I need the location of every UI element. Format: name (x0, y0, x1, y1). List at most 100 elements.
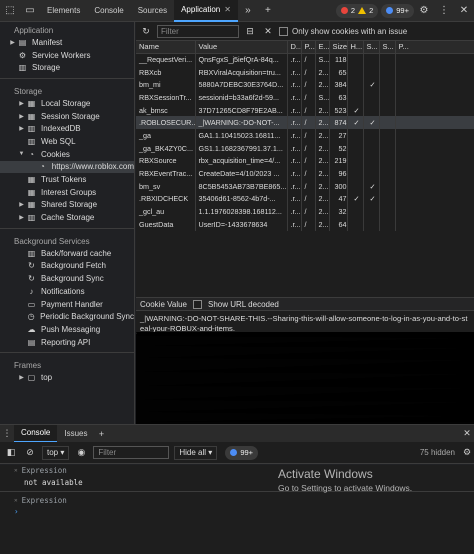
sidebar-item-storage[interactable]: ▥ Storage (0, 61, 134, 74)
add-tab-icon[interactable]: + (258, 0, 278, 22)
column-header[interactable]: Value (195, 41, 288, 54)
table-row[interactable]: _ga_BK4ZY0C... GS1.1.1682367991.37.1... .r… (136, 141, 474, 155)
column-header[interactable]: Name (136, 41, 196, 54)
table-row[interactable]: RBXSessionTr... sessionid=b33a6f2d-59....… (136, 91, 474, 104)
context-selector[interactable]: top ▾ (42, 445, 70, 460)
cookie-value-header: Cookie Value Show URL decoded (136, 298, 474, 311)
expand-arrow-icon[interactable]: ▶ (8, 39, 17, 46)
clear-filter-icon[interactable]: ⊟ (243, 26, 257, 37)
sidebar-item-session-storage[interactable]: ▶ ▦ Session Storage (0, 110, 134, 123)
table-cell: CreateDate=4/10/2023 ... (195, 167, 288, 180)
issues-badge[interactable]: 99+ (381, 3, 414, 18)
console-settings-gear-icon[interactable]: ⚙ (460, 447, 474, 458)
frames-section-title: Frames (14, 361, 42, 371)
tab-elements[interactable]: Elements (40, 0, 87, 22)
expand-arrow-icon[interactable]: ▶ (17, 100, 26, 107)
error-warning-badge[interactable]: 2 2 (335, 3, 379, 18)
column-header[interactable]: H... (347, 41, 364, 54)
tab-sources[interactable]: Sources (131, 0, 174, 22)
sidebar-item-web-sql[interactable]: ▥ Web SQL (0, 135, 134, 148)
sidebar-item-shared-storage[interactable]: ▶ ▦ Shared Storage (0, 199, 134, 212)
sidebar-item-payment-handler[interactable]: ▭ Payment Handler (0, 298, 134, 311)
only-issue-checkbox[interactable] (279, 26, 288, 36)
sidebar-item-notifications[interactable]: ♪ Notifications (0, 285, 134, 298)
table-row[interactable]: .RBXIDCHECK 35406d61-8562-4b7d-... .r.../2… (136, 192, 474, 206)
customize-menu-icon[interactable]: ⋮ (434, 0, 454, 22)
column-header[interactable]: S... (363, 41, 380, 54)
table-row[interactable]: __RequestVeri... QnsFgxS_j5iefQrA-84q....… (136, 53, 474, 66)
sidebar-item-indexeddb[interactable]: ▶ ▥ IndexedDB (0, 122, 134, 135)
sidebar-item-cache-storage[interactable]: ▶ ▥ Cache Storage (0, 211, 134, 224)
sidebar-item-periodic-background-sync[interactable]: ◷ Periodic Background Sync (0, 310, 134, 323)
refresh-icon[interactable]: ↻ (139, 26, 153, 37)
table-row[interactable]: GuestData UserID=-1433678634 .r.../2... 64 (136, 217, 474, 231)
console-filter-input[interactable]: Filter (93, 446, 170, 459)
log-levels-dropdown[interactable]: Hide all ▾ (174, 445, 218, 460)
console-issues-badge[interactable]: 99+ (225, 445, 259, 460)
table-row[interactable]: .ROBLOSECUR... _|WARNING:-DO-NOT-... .r...… (136, 116, 474, 130)
live-expression-label[interactable]: ✕ Expression (0, 495, 474, 506)
sidebar-item-background-sync[interactable]: ↻ Background Sync (0, 272, 134, 285)
sidebar-item-manifest[interactable]: ▶ ▤ Manifest (0, 36, 134, 49)
table-row[interactable]: bm_sv 8C5B5453AB73B7BE865... .r.../2... 300… (136, 179, 474, 193)
sidebar-item-service-workers[interactable]: ⚙ Service Workers (0, 49, 134, 62)
close-drawer-icon[interactable]: ✕ (460, 428, 474, 439)
drawer-tab-issues[interactable]: Issues (57, 425, 94, 443)
table-row[interactable]: ak_bmsc 37D71265CD8F79E2AB... .r.../2... 52… (136, 103, 474, 117)
show-url-decoded-checkbox[interactable] (193, 299, 202, 309)
add-drawer-tab-icon[interactable]: + (94, 429, 108, 439)
device-toolbar-icon[interactable]: ▭ (20, 0, 40, 22)
table-row[interactable]: _gcl_au 1.1.1976028398.168112... .r.../2..… (136, 205, 474, 218)
table-row[interactable]: bm_mi 5880A7DEBC30E3764D... .r.../2... 384 ✓ (136, 78, 474, 92)
table-cell: bm_sv (136, 179, 196, 193)
sidebar-item-cookie-origin[interactable]: ◔ https://www.roblox.com (0, 160, 134, 174)
tab-application[interactable]: Application ✕ (174, 0, 238, 22)
sidebar-item-trust-tokens[interactable]: ▦ Trust Tokens (0, 173, 134, 186)
table-cell: 2... (315, 179, 330, 193)
console-prompt[interactable]: › (0, 506, 474, 517)
expand-arrow-icon[interactable]: ▶ (17, 201, 26, 208)
collapse-arrow-icon[interactable]: ▼ (17, 151, 26, 157)
delete-cookie-icon[interactable]: ✕ (261, 26, 275, 37)
settings-gear-icon[interactable]: ⚙ (414, 0, 434, 22)
expand-arrow-icon[interactable]: ▶ (17, 113, 26, 120)
more-tabs-icon[interactable]: » (238, 0, 258, 22)
cookies-filter-input[interactable]: Filter (157, 24, 239, 38)
expand-arrow-icon[interactable]: ▶ (17, 214, 26, 221)
table-row[interactable]: RBXSource rbx_acquisition_time=4/... .r...… (136, 154, 474, 168)
table-cell (395, 78, 474, 92)
drawer-menu-icon[interactable]: ⋮ (0, 428, 14, 439)
sidebar-item-push-messaging[interactable]: ☁ Push Messaging (0, 323, 134, 336)
close-devtools-icon[interactable]: ✕ (454, 0, 474, 22)
tab-console[interactable]: Console (87, 0, 130, 22)
sidebar-toggle-icon[interactable]: ◧ (4, 447, 18, 458)
cookie-icon: ◔ (39, 162, 45, 172)
column-header[interactable]: P... (301, 41, 316, 54)
sidebar-item-background-fetch[interactable]: ↻ Background Fetch (0, 260, 134, 273)
table-row[interactable]: RBXEventTrac... CreateDate=4/10/2023 ....… (136, 167, 474, 180)
sidebar-item-label: Session Storage (41, 111, 100, 121)
sidebar-item-reporting-api[interactable]: ▤ Reporting API (0, 336, 134, 349)
expand-arrow-icon[interactable]: ▶ (17, 125, 26, 132)
sidebar-item-bfcache[interactable]: ▥ Back/forward cache (0, 247, 134, 260)
sidebar-item-cookies[interactable]: ▼ ◔ Cookies (0, 148, 134, 161)
table-cell (379, 179, 396, 193)
table-row[interactable]: _ga GA1.1.10415023.16811... .r.../2... 27 (136, 129, 474, 142)
table-cell: RBXSessionTr... (136, 91, 196, 104)
inspect-element-icon[interactable]: ⬚ (0, 0, 20, 22)
column-header[interactable]: S... (379, 41, 396, 54)
column-header[interactable]: P... (395, 41, 474, 54)
clear-console-icon[interactable]: ⊘ (23, 447, 37, 458)
drawer-tab-console[interactable]: Console (14, 424, 58, 443)
column-header[interactable]: D... (287, 41, 302, 54)
column-header[interactable]: Size (329, 41, 348, 54)
sidebar-item-local-storage[interactable]: ▶ ▦ Local Storage (0, 97, 134, 110)
expand-arrow-icon[interactable]: ▶ (17, 374, 26, 381)
live-expression-eye-icon[interactable]: ◉ (74, 447, 88, 458)
table-row[interactable]: RBXcb RBXViralAcquisition=tru... .r.../2..… (136, 65, 474, 79)
column-header[interactable]: E... (315, 41, 330, 54)
close-tab-icon[interactable]: ✕ (224, 5, 231, 14)
table-cell: RBXViralAcquisition=tru... (195, 65, 288, 79)
sidebar-item-interest-groups[interactable]: ▦ Interest Groups (0, 186, 134, 199)
sidebar-item-frame-top[interactable]: ▶ ▢ top (0, 371, 134, 384)
